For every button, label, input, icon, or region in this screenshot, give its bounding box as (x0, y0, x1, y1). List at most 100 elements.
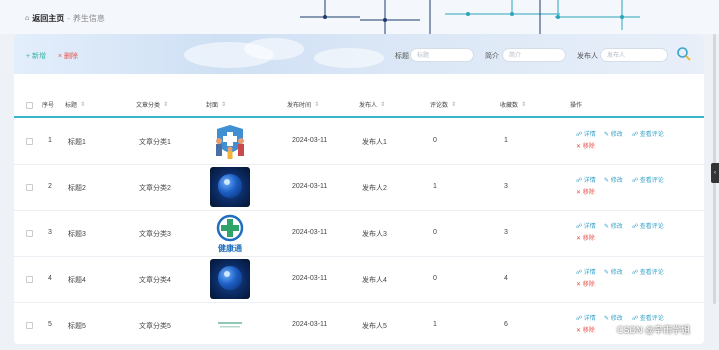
row-checkbox[interactable] (26, 184, 33, 191)
detail-button[interactable]: ☍ 详情 (576, 129, 596, 138)
row-date: 2024-03-11 (292, 229, 328, 236)
comment-icon: ☍ (632, 132, 640, 138)
edit-button[interactable]: ✎ 修改 (604, 129, 623, 138)
view-comments-button[interactable]: ☍ 查看评论 (632, 129, 664, 138)
remove-button[interactable]: ✕ 移除 (576, 141, 595, 150)
remove-button[interactable]: ✕ 移除 (576, 279, 595, 288)
breadcrumb-separator: - (67, 14, 70, 23)
row-checkbox[interactable] (26, 276, 33, 283)
table-row: 5 标题5 文章分类5 2024-03-11 发布人5 1 6 ☍ 详情 ✎ 修改 ☍ 查看评论 ✕… (14, 302, 704, 349)
home-icon: ⌂ (25, 15, 30, 22)
breadcrumb-current: 养生信息 (72, 14, 105, 23)
row-title: 标题3 (68, 231, 86, 238)
row-publisher: 发布人3 (362, 231, 387, 238)
detail-button[interactable]: ☍ 详情 (576, 313, 596, 322)
row-cover (210, 121, 250, 161)
view-comments-button[interactable]: ☍ 查看评论 (632, 267, 664, 276)
summary-search-input[interactable]: 简介 (502, 48, 566, 62)
cloud-decoration (314, 48, 384, 68)
delete-button[interactable]: × 删除 (58, 51, 78, 61)
edit-button[interactable]: ✎ 修改 (604, 221, 623, 230)
detail-button[interactable]: ☍ 详情 (576, 267, 596, 276)
row-checkbox[interactable] (26, 322, 33, 329)
column-header-date[interactable]: 发布时间 ⇕ (287, 100, 319, 109)
watermark: CSDN @辛雨学姐 (617, 325, 691, 335)
row-category: 文章分类2 (139, 185, 171, 192)
remove-icon: ✕ (576, 328, 583, 334)
cover-text: 健康通 (218, 243, 242, 253)
breadcrumb: ⌂ 返回主页 - 养生信息 (25, 13, 105, 24)
row-checkbox[interactable] (26, 138, 33, 145)
remove-icon: ✕ (576, 144, 583, 150)
detail-icon: ☍ (576, 270, 584, 276)
table-row: 2 标题2 文章分类2 2024-03-11 发布人2 1 3 ☍ 详情 ✎ 修改 ☍ 查看评论 ✕… (14, 164, 704, 211)
detail-button[interactable]: ☍ 详情 (576, 175, 596, 184)
search-icon[interactable] (676, 46, 692, 62)
view-comments-button[interactable]: ☍ 查看评论 (632, 313, 664, 322)
top-bar: ⌂ 返回主页 - 养生信息 (0, 0, 719, 34)
remove-button[interactable]: ✕ 移除 (576, 325, 595, 334)
comment-icon: ☍ (632, 316, 640, 322)
row-date: 2024-03-11 (292, 183, 328, 190)
column-header-comments[interactable]: 评论数 ⇕ (430, 100, 456, 109)
column-header-title[interactable]: 标题 ⇕ (65, 100, 85, 109)
add-button[interactable]: + 新增 (26, 51, 46, 61)
edit-button[interactable]: ✎ 修改 (604, 267, 623, 276)
content-panel: + 新增 × 删除 标题 标题 简介 简介 发布人 发布人 序号 标题 ⇕ 文章分… (14, 34, 704, 349)
row-index: 5 (48, 321, 52, 328)
row-publisher: 发布人4 (362, 277, 387, 284)
row-cover: 健康通 (210, 213, 250, 253)
detail-button[interactable]: ☍ 详情 (576, 221, 596, 230)
edit-icon: ✎ (604, 316, 611, 322)
row-cover (210, 305, 250, 345)
table-row: 4 标题4 文章分类4 2024-03-11 发布人4 0 4 ☍ 详情 ✎ 修改 ☍ 查看评论 ✕… (14, 256, 704, 303)
row-cover (210, 259, 250, 299)
edit-icon: ✎ (604, 178, 611, 184)
table-row: 1 标题1 文章分类1 2024-03-11 发布人1 0 1 ☍ 详情 ✎ 修改 ☍ 查看评论 ✕… (14, 118, 704, 165)
row-comment-count: 0 (433, 137, 437, 144)
column-header-cover[interactable]: 封面 ⇕ (206, 100, 226, 109)
row-publisher: 发布人2 (362, 185, 387, 192)
view-comments-button[interactable]: ☍ 查看评论 (632, 175, 664, 184)
row-category: 文章分类1 (139, 139, 171, 146)
row-title: 标题4 (68, 277, 86, 284)
edit-button[interactable]: ✎ 修改 (604, 175, 623, 184)
row-index: 3 (48, 229, 52, 236)
cloud-decoration (244, 38, 304, 60)
remove-button[interactable]: ✕ 移除 (576, 187, 595, 196)
cover-image (210, 167, 250, 207)
filter-label-title: 标题 (395, 53, 409, 60)
detail-icon: ☍ (576, 316, 584, 322)
edit-button[interactable]: ✎ 修改 (604, 313, 623, 322)
family-illustration-icon (216, 125, 244, 159)
row-category: 文章分类5 (139, 323, 171, 330)
detail-icon: ☍ (576, 132, 584, 138)
remove-icon: ✕ (576, 236, 583, 242)
row-publisher: 发布人1 (362, 139, 387, 146)
breadcrumb-home-link[interactable]: 返回主页 (32, 13, 64, 24)
comment-icon: ☍ (632, 178, 640, 184)
column-header-favorites[interactable]: 收藏数 ⇕ (500, 100, 526, 109)
remove-icon: ✕ (576, 190, 583, 196)
row-title: 标题5 (68, 323, 86, 330)
column-header-publisher[interactable]: 发布人 ⇕ (359, 100, 385, 109)
column-header-category[interactable]: 文章分类 ⇕ (136, 100, 168, 109)
row-index: 2 (48, 183, 52, 190)
edit-icon: ✎ (604, 224, 611, 230)
row-favorite-count: 3 (504, 229, 508, 236)
side-collapse-tab[interactable]: ‹ (711, 163, 719, 183)
select-all-checkbox[interactable] (26, 102, 33, 109)
title-search-input[interactable]: 标题 (410, 48, 474, 62)
remove-icon: ✕ (576, 282, 583, 288)
row-favorite-count: 1 (504, 137, 508, 144)
row-publisher: 发布人5 (362, 323, 387, 330)
view-comments-button[interactable]: ☍ 查看评论 (632, 221, 664, 230)
column-header-index[interactable]: 序号 (42, 100, 54, 109)
row-date: 2024-03-11 (292, 275, 328, 282)
table-header: 序号 标题 ⇕ 文章分类 ⇕ 封面 ⇕ 发布时间 ⇕ 发布人 ⇕ 评论数 ⇕ 收藏数 ⇕ 操作 (14, 94, 704, 118)
remove-button[interactable]: ✕ 移除 (576, 233, 595, 242)
publisher-search-input[interactable]: 发布人 (600, 48, 668, 62)
table-row: 3 标题3 文章分类3 健康通 2024-03-11 发布人3 0 3 ☍ 详情 ✎ 修改 ☍ 查看… (14, 210, 704, 257)
row-checkbox[interactable] (26, 230, 33, 237)
edit-icon: ✎ (604, 132, 611, 138)
